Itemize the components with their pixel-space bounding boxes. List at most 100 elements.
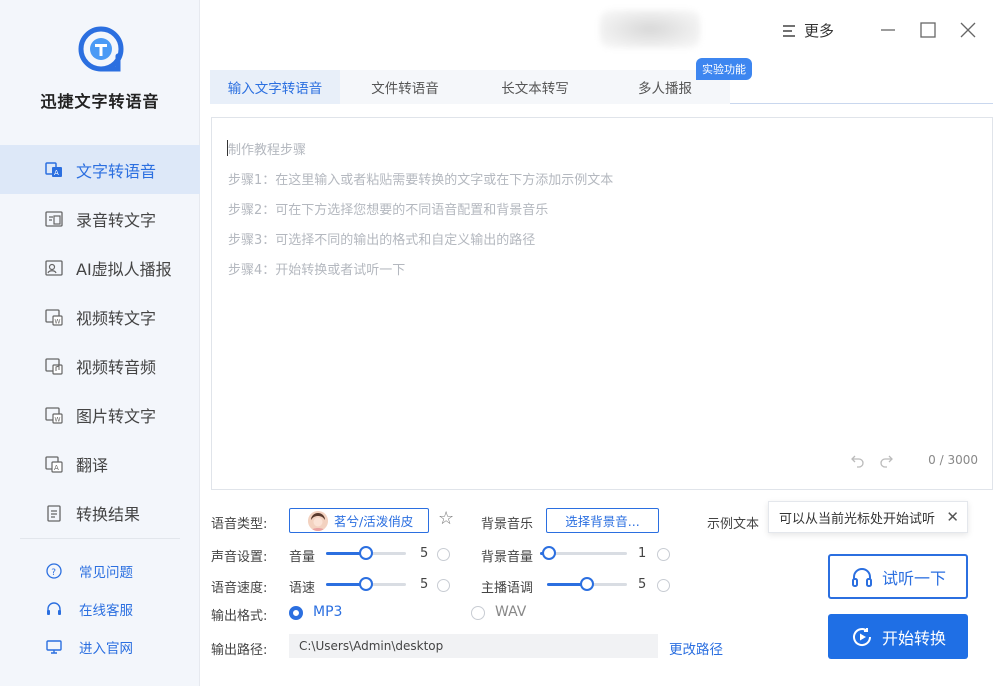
tab-input-text-to-speech[interactable]: 输入文字转语音	[210, 70, 340, 104]
placeholder-line: 步骤4：开始转换或者试听一下	[228, 263, 406, 278]
svg-text:A: A	[54, 169, 59, 177]
slider-knob[interactable]	[542, 546, 556, 560]
support-item-label: 进入官网	[79, 641, 133, 657]
format-wav-label[interactable]: WAV	[495, 604, 526, 620]
sidebar-item-results[interactable]: 转换结果	[0, 488, 200, 537]
undo-icon[interactable]	[850, 452, 866, 468]
listen-button[interactable]: 试听一下	[828, 554, 968, 599]
video-to-audio-icon	[44, 356, 64, 376]
slider-knob[interactable]	[580, 577, 594, 591]
help-icon: ?	[45, 562, 63, 580]
volume-slider[interactable]	[326, 546, 406, 560]
official-site-link[interactable]: 进入官网	[0, 628, 200, 666]
bg-volume-label: 背景音量	[481, 550, 534, 565]
ai-avatar-icon	[44, 258, 64, 278]
image-to-text-icon: W	[44, 405, 64, 425]
character-counter: 0 / 3000	[928, 453, 978, 467]
sidebar-item-label: 视频转文字	[76, 308, 157, 328]
volume-reset-icon[interactable]	[437, 548, 450, 561]
slider-knob[interactable]	[359, 577, 373, 591]
app-name: 迅捷文字转语音	[40, 92, 160, 111]
svg-text:W: W	[55, 318, 61, 325]
sidebar-item-image-to-text[interactable]: W 图片转文字	[0, 390, 200, 439]
bg-volume-reset-icon[interactable]	[657, 548, 670, 561]
faq-link[interactable]: ? 常见问题	[0, 552, 200, 590]
speed-slider[interactable]	[326, 577, 406, 591]
tab-file-to-speech[interactable]: 文件转语音	[340, 70, 470, 104]
pitch-slider[interactable]	[547, 577, 627, 591]
sidebar-item-label: 图片转文字	[76, 406, 157, 426]
maximize-icon[interactable]	[918, 20, 938, 40]
placeholder-line: 步骤2：可在下方选择您想要的不同语音配置和背景音乐	[228, 203, 549, 218]
format-wav-radio[interactable]	[471, 606, 485, 620]
select-bgm-button[interactable]: 选择背景音...	[546, 508, 659, 533]
bg-volume-value: 1	[638, 546, 647, 561]
support-item-label: 常见问题	[79, 565, 133, 581]
slider-knob[interactable]	[359, 546, 373, 560]
redo-icon[interactable]	[878, 452, 894, 468]
placeholder-line: 制作教程步骤	[228, 143, 307, 158]
sidebar-item-ai-avatar[interactable]: AI虚拟人播报	[0, 243, 200, 292]
sidebar-item-label: 翻译	[76, 455, 109, 475]
headset-icon	[45, 600, 63, 618]
pitch-value: 5	[638, 577, 647, 592]
pitch-label: 主播语调	[481, 581, 534, 596]
speed-reset-icon[interactable]	[437, 579, 450, 592]
speed-section-label: 语音速度:	[211, 581, 268, 596]
format-mp3-label[interactable]: MP3	[313, 604, 342, 620]
editor-placeholder: 制作教程步骤 步骤1：在这里输入或者粘贴需要转换的文字或在下方添加示例文本 步骤…	[228, 136, 613, 286]
sidebar-item-video-to-audio[interactable]: 视频转音频	[0, 341, 200, 390]
undo-redo	[850, 452, 894, 468]
more-menu-button[interactable]: 更多	[782, 20, 834, 41]
support-item-label: 在线客服	[79, 603, 133, 619]
voice-select-button[interactable]: 茗兮/活泼俏皮	[289, 508, 429, 533]
sample-text-label[interactable]: 示例文本	[707, 513, 759, 532]
speed-value: 5	[420, 577, 429, 592]
monitor-icon	[45, 638, 63, 656]
voice-type-label: 语音类型:	[211, 517, 268, 532]
output-path-input[interactable]	[289, 634, 658, 658]
sidebar-item-translate[interactable]: A 翻译	[0, 439, 200, 488]
pitch-reset-icon[interactable]	[657, 579, 670, 592]
sidebar-item-recording-to-text[interactable]: 录音转文字	[0, 194, 200, 243]
voice-avatar	[308, 510, 328, 531]
listen-tooltip: 可以从当前光标处开始试听 ✕	[768, 501, 968, 533]
format-label: 输出格式:	[211, 609, 268, 624]
listen-label: 试听一下	[881, 568, 946, 588]
voice-value: 茗兮/活泼俏皮	[334, 514, 414, 529]
tab-bar: 输入文字转语音 文件转语音 长文本转写 多人播报	[210, 70, 993, 104]
minimize-icon[interactable]	[878, 20, 898, 40]
video-to-text-icon: W	[44, 307, 64, 327]
sidebar-item-video-to-text[interactable]: W 视频转文字	[0, 292, 200, 341]
volume-value: 5	[420, 546, 429, 561]
path-label: 输出路径:	[211, 643, 268, 658]
svg-text:A: A	[54, 464, 59, 472]
sidebar-divider	[20, 538, 180, 539]
close-icon[interactable]	[958, 20, 978, 40]
start-convert-button[interactable]: 开始转换	[828, 614, 968, 659]
headphones-icon	[851, 567, 872, 587]
play-convert-icon	[852, 627, 871, 646]
tab-long-text-transcribe[interactable]: 长文本转写	[470, 70, 600, 104]
online-service-link[interactable]: 在线客服	[0, 590, 200, 628]
bg-volume-slider[interactable]	[540, 546, 627, 560]
sidebar-item-text-to-speech[interactable]: A 文字转语音	[0, 145, 200, 194]
text-to-speech-icon: A	[44, 160, 64, 180]
change-path-link[interactable]: 更改路径	[669, 638, 723, 658]
favorite-star-icon[interactable]: ☆	[438, 509, 454, 529]
placeholder-line: 步骤3：可选择不同的输出的格式和自定义输出的路径	[228, 233, 536, 248]
menu-icon	[783, 24, 795, 37]
user-avatar-blurred[interactable]	[600, 10, 700, 48]
results-icon	[44, 503, 64, 523]
svg-text:W: W	[55, 416, 61, 423]
tooltip-close-icon[interactable]: ✕	[946, 508, 959, 526]
sidebar-item-label: 视频转音频	[76, 357, 157, 377]
sidebar-item-label: AI虚拟人播报	[76, 259, 172, 279]
text-editor[interactable]: 制作教程步骤 步骤1：在这里输入或者粘贴需要转换的文字或在下方添加示例文本 步骤…	[211, 117, 993, 490]
format-mp3-radio[interactable]	[289, 606, 303, 620]
start-label: 开始转换	[881, 628, 946, 648]
tooltip-text: 可以从当前光标处开始试听	[779, 511, 936, 527]
translate-icon: A	[44, 454, 64, 474]
more-label: 更多	[804, 22, 835, 40]
svg-text:?: ?	[51, 568, 56, 578]
